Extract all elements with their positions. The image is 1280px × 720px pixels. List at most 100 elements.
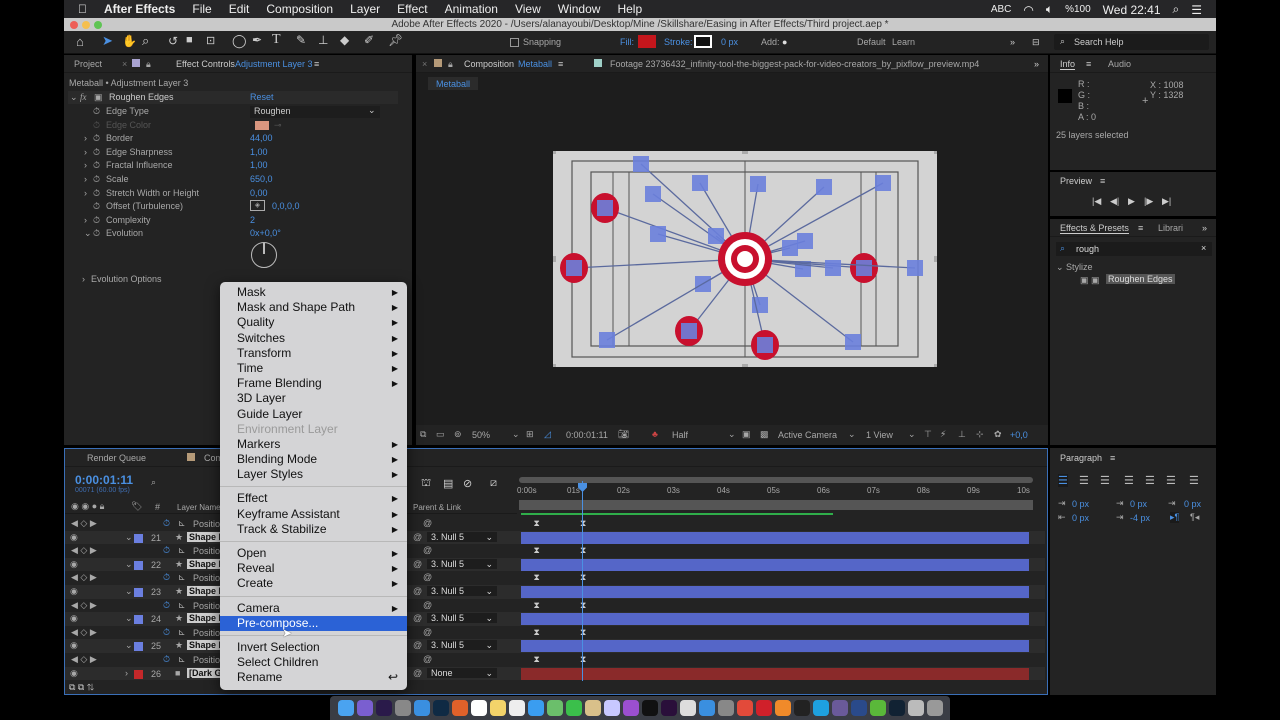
close-tab-icon[interactable]: × [422,59,427,69]
expand-chevron-icon[interactable]: › [84,174,87,184]
timeline-current-time[interactable]: 0:00:01:11 [75,473,133,487]
graph-icon[interactable]: ⊾ [178,572,186,583]
dock-app-skype[interactable] [813,700,829,716]
keyframe-navigator-icon[interactable]: ◀ ◇ ▶ [71,572,97,583]
layer-duration-bar[interactable] [521,531,1029,544]
workspace-default[interactable]: Default [857,37,886,47]
dock-app-maps[interactable] [547,700,563,716]
dock-app-notes[interactable] [490,700,506,716]
dock-app-photoshop[interactable] [433,700,449,716]
graph-editor-icon[interactable]: ⧄ [490,477,497,490]
property-row[interactable]: ◀ ◇ ▶ ⏱︎ ⊾ Position @ ⧗ ⧗ [65,544,1045,558]
dock-app-tv[interactable] [642,700,658,716]
expand-chevron-icon[interactable]: › [84,147,87,157]
stroke-width[interactable]: 0 px [721,37,738,47]
notification-center-icon[interactable]: ☰ [1191,3,1202,17]
pick-whip-icon[interactable]: @ [413,613,422,623]
menu-item-open[interactable]: Open ▶ [220,546,407,561]
property-row[interactable]: ◀ ◇ ▶ ⏱︎ ⊾ Position @ ⧗ ⧗ [65,517,1045,531]
menu-item-markers[interactable]: Markers ▶ [220,437,407,452]
panel-menu-icon[interactable]: ≡ [1100,176,1105,186]
category-stylize[interactable]: ⌄ Stylize [1056,262,1093,273]
graph-icon[interactable]: ⊾ [178,654,186,665]
dock-app-preview-2[interactable] [680,700,696,716]
effect-result-roughen-edges[interactable]: Roughen Edges [1106,274,1175,284]
last-frame-icon[interactable]: ▶| [1162,196,1171,207]
menu-item-select-children[interactable]: Select Children [220,655,407,670]
menu-item-frame-blending[interactable]: Frame Blending ▶ [220,376,407,391]
clock[interactable]: Wed 22:41 [1103,3,1161,17]
effect-header-roughen-edges[interactable]: ⌄ fx ▣ Roughen Edges Reset [68,91,398,104]
dock-app-app-store[interactable] [699,700,715,716]
layer-row[interactable]: ◉ ⌄ 24 ★ Shape L @3. Null 5 ⌄ [65,612,1045,626]
dock-app-chrome[interactable] [737,700,753,716]
label-color-swatch[interactable] [134,669,143,679]
lock-icon[interactable]: 🔒︎ [448,59,453,70]
menu-effect[interactable]: Effect [397,2,427,16]
collapse-chevron-icon[interactable]: ⌄ [70,92,78,103]
keyframe-marker[interactable]: ⧗ [534,518,540,529]
label-color-swatch[interactable] [134,642,143,652]
justify-last-center-icon[interactable]: ☰ [1145,474,1155,487]
magnification-dropdown[interactable]: 50% [472,430,490,440]
eyedropper-icon[interactable]: ⊸ [274,120,282,131]
camera-view-dropdown[interactable]: Active Camera [778,430,837,440]
menu-item-pre-compose[interactable]: Pre-compose... [220,615,407,631]
menu-composition[interactable]: Composition [266,2,333,16]
pan-behind-tool-icon[interactable]: ⊡ [206,34,215,47]
expand-chevron-icon[interactable]: ⌄ [125,586,133,597]
exposure-value[interactable]: +0,0 [1010,430,1028,440]
tab-composition[interactable]: Composition [464,59,514,69]
zoom-window-button[interactable] [94,21,102,29]
timeline-footer-icons[interactable]: ⧉ ⧉ ⇅ [69,682,94,693]
menu-item-blending-mode[interactable]: Blending Mode ▶ [220,452,407,467]
ellipse-tool-icon[interactable]: ◯ [232,33,247,49]
dock-app-trash[interactable] [927,700,943,716]
mask-visibility-icon[interactable]: ◿ [544,429,551,440]
view-layout-dropdown[interactable]: 1 View [866,430,893,440]
effect-property-border[interactable]: › ⏱︎ Border 44,00 [68,132,398,145]
property-value[interactable]: 0,00 [250,188,268,198]
justify-all-icon[interactable]: ☰ [1189,474,1199,487]
layer-duration-bar[interactable] [521,586,1029,598]
menu-item-reveal[interactable]: Reveal ▶ [220,561,407,576]
time-navigator-bar[interactable] [519,477,1033,483]
menu-item-quality[interactable]: Quality ▶ [220,315,407,330]
stopwatch-icon[interactable]: ⏱︎ [93,174,100,185]
apple-icon[interactable]:  [78,2,87,16]
clear-search-icon[interactable]: × [1201,243,1206,253]
layer-duration-bar[interactable] [521,558,1029,571]
dock-app-motion[interactable] [832,700,848,716]
stopwatch-icon[interactable]: ⏱︎ [93,228,100,239]
col-parent-link[interactable]: Parent & Link [413,503,461,512]
property-value[interactable]: 1,00 [250,147,268,157]
menu-item-layer-styles[interactable]: Layer Styles ▶ [220,467,407,482]
search-help-input[interactable]: ⌕ Search Help [1054,34,1209,50]
composition-viewer[interactable] [553,151,937,367]
col-layer-name[interactable]: Layer Name [177,503,221,512]
pick-whip-icon[interactable]: @ [413,640,422,650]
channel-icon[interactable]: ♣ [652,429,658,439]
visibility-eye-icon[interactable]: ◉ [70,586,78,597]
align-center-icon[interactable]: ☰ [1079,474,1089,487]
menu-item-3d-layer[interactable]: 3D Layer [220,391,407,406]
keyframe-marker[interactable]: ⧗ [580,545,586,556]
dock-app-preview[interactable] [585,700,601,716]
stopwatch-icon[interactable]: ⏱︎ [163,627,170,638]
visibility-eye-icon[interactable]: ◉ [70,532,78,543]
keyframe-marker[interactable]: ⧗ [580,627,586,638]
keyframe-marker[interactable]: ⧗ [580,600,586,611]
effect-property-offset-turbulence-[interactable]: ⏱︎ Offset (Turbulence) ◈ 0,0,0,0 [68,200,398,213]
reset-exposure-icon[interactable]: ✿ [994,429,1002,440]
next-frame-icon[interactable]: |▶ [1144,196,1153,207]
minimize-window-button[interactable] [82,21,90,29]
effect-property-edge-sharpness[interactable]: › ⏱︎ Edge Sharpness 1,00 [68,146,398,159]
stopwatch-icon[interactable]: ⏱︎ [93,188,100,199]
dock-app-firefox[interactable] [452,700,468,716]
expand-chevron-icon[interactable]: › [82,274,85,284]
tab-libraries[interactable]: Librari [1158,223,1183,233]
effect-property-complexity[interactable]: › ⏱︎ Complexity 2 [68,214,398,227]
tab-project[interactable]: Project [74,59,102,69]
more-workspaces-icon[interactable]: » [1010,37,1015,47]
keyframe-marker[interactable]: ⧗ [534,600,540,611]
